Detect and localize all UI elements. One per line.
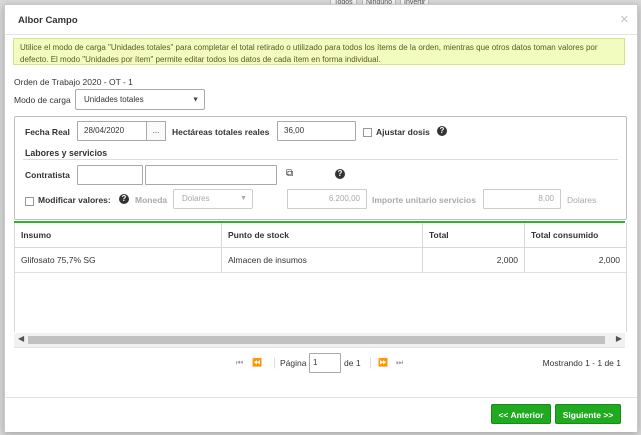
last-page-icon[interactable]: ⏭ [396,358,403,368]
modificar-valores-checkbox[interactable] [25,197,34,206]
anterior-button[interactable]: << Anterior [491,404,551,424]
external-link-icon[interactable]: ⧉ [286,168,293,179]
prev-page-icon[interactable]: ⏪ [252,358,262,367]
order-label: Orden de Trabajo 2020 - OT - 1 [14,77,133,87]
importe-input[interactable]: 8,00 [483,189,561,209]
first-page-icon[interactable]: ⏮ [236,358,243,368]
pager-separator: | [369,355,373,369]
caret-down-icon: ▼ [192,96,199,103]
cell-total-consumido[interactable]: 2,000 [525,248,626,272]
cell-punto: Almacen de insumos [222,248,423,272]
hectareas-input[interactable]: 36,00 [277,121,356,141]
moneda-select-value: Dolares [182,194,210,203]
scrollbar-thumb[interactable] [28,336,605,344]
page-of-label: de 1 [344,358,361,368]
form-panel: Fecha Real 28/04/2020 ... Hectáreas tota… [14,116,627,220]
hectareas-label: Hectáreas totales reales [172,127,270,137]
moneda-label: Moneda [135,195,168,205]
horizontal-scrollbar[interactable]: ◀ ▶ [14,333,625,347]
cell-insumo: Glifosato 75,7% SG [15,248,222,272]
scroll-right-icon[interactable]: ▶ [616,334,622,343]
column-header-insumo[interactable]: Insumo [15,223,222,247]
modificar-label: Modificar valores: [38,195,111,205]
help-icon[interactable]: ? [335,169,345,179]
table-row[interactable]: Glifosato 75,7% SG Almacen de insumos 2,… [15,248,626,273]
moneda-select[interactable]: Dolares ▼ [173,189,253,209]
contratista-code-input[interactable] [77,165,143,185]
column-header-total-consumido[interactable]: Total consumido [525,223,626,247]
dialog-footer: << Anterior Siguiente >> [5,397,637,432]
contratista-label: Contratista [25,170,70,180]
mode-select-value: Unidades totales [84,95,144,104]
pager-summary: Mostrando 1 - 1 de 1 [542,358,621,368]
importe-currency: Dolares [567,195,597,205]
next-page-icon[interactable]: ⏩ [378,358,388,367]
section-title: Labores y servicios [25,148,108,158]
monto-input[interactable]: 6.200,00 [287,189,367,209]
column-header-punto[interactable]: Punto de stock [222,223,423,247]
ajustar-label: Ajustar dosis [376,127,430,137]
page-input[interactable]: 1 [309,353,341,373]
dialog-title: Albor Campo [18,15,78,26]
help-icon[interactable]: ? [437,126,447,136]
importe-label: Importe unitario servicios [372,195,476,205]
dialog-header: Albor Campo ✕ [5,5,637,35]
mode-label: Modo de carga [14,95,71,105]
albor-campo-dialog: Albor Campo ✕ Utilice el modo de carga "… [4,4,638,432]
cell-total[interactable]: 2,000 [423,248,525,272]
scroll-left-icon[interactable]: ◀ [18,334,24,343]
ajustar-dosis-checkbox[interactable] [363,128,372,137]
pager-separator: | [273,355,277,369]
fecha-label: Fecha Real [25,127,70,137]
mode-select[interactable]: Unidades totales ▼ [75,89,205,110]
section-divider [23,159,618,160]
insumos-grid: Insumo Punto de stock Total Total consum… [14,223,627,332]
contratista-name-input[interactable] [145,165,277,185]
siguiente-button[interactable]: Siguiente >> [555,404,621,424]
date-picker-button[interactable]: ... [146,121,166,141]
page-label: Página [280,358,307,368]
close-icon[interactable]: ✕ [620,13,629,26]
help-icon[interactable]: ? [119,194,129,204]
grid-header: Insumo Punto de stock Total Total consum… [15,223,626,248]
info-alert: Utilice el modo de carga "Unidades total… [13,38,625,65]
pager: ⏮ ⏪ | Página 1 de 1 | ⏩ ⏭ Mostrando 1 - … [14,347,625,378]
fecha-input[interactable]: 28/04/2020 [77,121,147,141]
caret-down-icon: ▼ [240,195,247,202]
column-header-total[interactable]: Total [423,223,525,247]
